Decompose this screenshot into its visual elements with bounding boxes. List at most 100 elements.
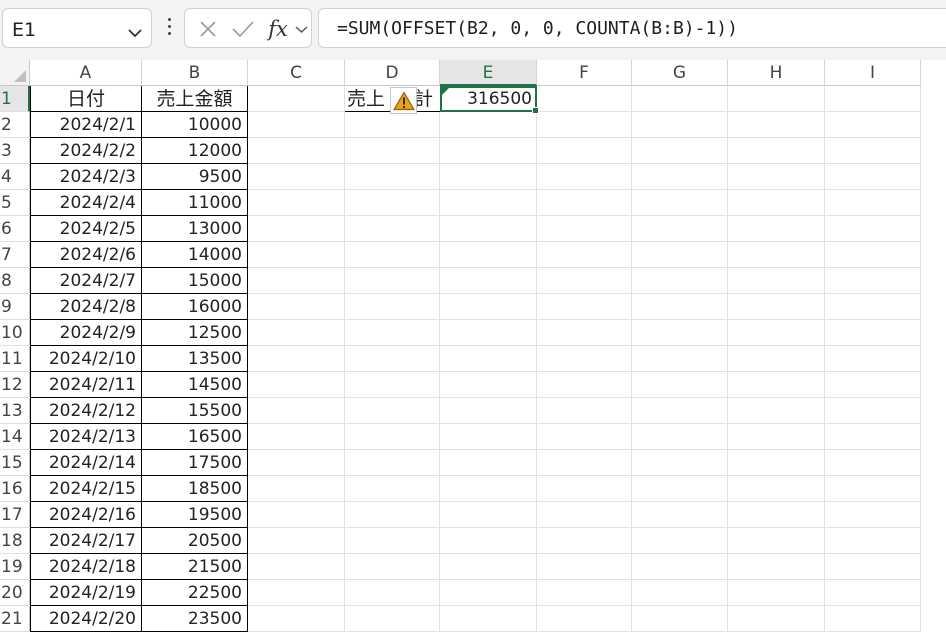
amount-cell[interactable]: 9500 [142,164,248,190]
cell[interactable] [632,424,728,450]
cell[interactable] [345,424,440,450]
cell[interactable] [537,450,632,476]
row-header[interactable]: 20 [0,580,30,606]
cell[interactable] [345,320,440,346]
cell[interactable] [440,450,537,476]
row-header[interactable]: 12 [0,372,30,398]
cell-e1-selected[interactable]: 316500 [440,86,539,114]
cell[interactable] [825,476,921,502]
cell[interactable] [537,268,632,294]
date-cell[interactable]: 2024/2/8 [30,294,142,320]
cell[interactable] [537,346,632,372]
cell[interactable] [537,294,632,320]
cell[interactable] [537,606,632,632]
row-header[interactable]: 16 [0,476,30,502]
header-cell-date[interactable]: 日付 [30,86,142,112]
cell[interactable] [825,294,921,320]
cell[interactable] [825,580,921,606]
column-header-g[interactable]: G [632,60,728,86]
cell[interactable] [632,476,728,502]
cell[interactable] [248,268,345,294]
cell[interactable] [248,476,345,502]
date-cell[interactable]: 2024/2/10 [30,346,142,372]
cell[interactable] [345,398,440,424]
cell[interactable] [632,320,728,346]
column-header-e[interactable]: E [440,60,537,86]
cell[interactable] [825,138,921,164]
cell[interactable] [825,528,921,554]
date-cell[interactable]: 2024/2/15 [30,476,142,502]
cell[interactable] [728,476,825,502]
cell[interactable] [728,580,825,606]
fill-handle[interactable] [532,107,539,114]
cell[interactable] [825,346,921,372]
amount-cell[interactable]: 21500 [142,554,248,580]
cell[interactable] [537,216,632,242]
cell[interactable] [345,554,440,580]
cell[interactable] [248,424,345,450]
cell[interactable] [345,190,440,216]
column-header-i[interactable]: I [825,60,921,86]
cell[interactable] [728,138,825,164]
date-cell[interactable]: 2024/2/16 [30,502,142,528]
cell[interactable] [440,190,537,216]
amount-cell[interactable]: 15500 [142,398,248,424]
row-header[interactable]: 15 [0,450,30,476]
cell[interactable] [345,138,440,164]
amount-cell[interactable]: 10000 [142,112,248,138]
cell[interactable] [440,138,537,164]
cell[interactable] [728,216,825,242]
cell[interactable] [728,190,825,216]
cell[interactable] [248,216,345,242]
amount-cell[interactable]: 12000 [142,138,248,164]
row-header[interactable]: 13 [0,398,30,424]
amount-cell[interactable]: 16500 [142,424,248,450]
cell[interactable] [537,138,632,164]
cell[interactable] [248,190,345,216]
date-cell[interactable]: 2024/2/12 [30,398,142,424]
cell[interactable] [632,606,728,632]
cell[interactable] [632,502,728,528]
cell[interactable] [537,320,632,346]
cell[interactable] [440,554,537,580]
column-header-d[interactable]: D [345,60,440,86]
cell[interactable] [248,242,345,268]
cell[interactable] [825,320,921,346]
date-cell[interactable]: 2024/2/13 [30,424,142,450]
cell[interactable] [345,242,440,268]
cell[interactable] [440,268,537,294]
cell[interactable] [632,294,728,320]
row-header[interactable]: 6 [0,216,30,242]
cell[interactable] [537,190,632,216]
cell[interactable] [537,164,632,190]
cell[interactable] [440,424,537,450]
column-header-c[interactable]: C [248,60,345,86]
column-header-h[interactable]: H [728,60,825,86]
row-header[interactable]: 10 [0,320,30,346]
cell[interactable] [632,164,728,190]
date-cell[interactable]: 2024/2/2 [30,138,142,164]
cell[interactable] [728,320,825,346]
cell[interactable] [632,112,728,138]
cell[interactable] [537,528,632,554]
cell[interactable] [345,476,440,502]
cell[interactable] [632,190,728,216]
cell[interactable] [345,346,440,372]
row-header[interactable]: 3 [0,138,30,164]
cell[interactable] [537,372,632,398]
date-cell[interactable]: 2024/2/11 [30,372,142,398]
row-header[interactable]: 5 [0,190,30,216]
cell[interactable] [632,554,728,580]
cell[interactable] [825,424,921,450]
cell[interactable] [440,606,537,632]
cell[interactable] [632,216,728,242]
cell[interactable] [728,86,825,112]
cell[interactable] [825,112,921,138]
column-header-f[interactable]: F [537,60,632,86]
cell[interactable] [728,346,825,372]
cell[interactable] [728,606,825,632]
cell[interactable] [440,398,537,424]
cell[interactable] [345,528,440,554]
row-header[interactable]: 4 [0,164,30,190]
cell[interactable] [345,450,440,476]
